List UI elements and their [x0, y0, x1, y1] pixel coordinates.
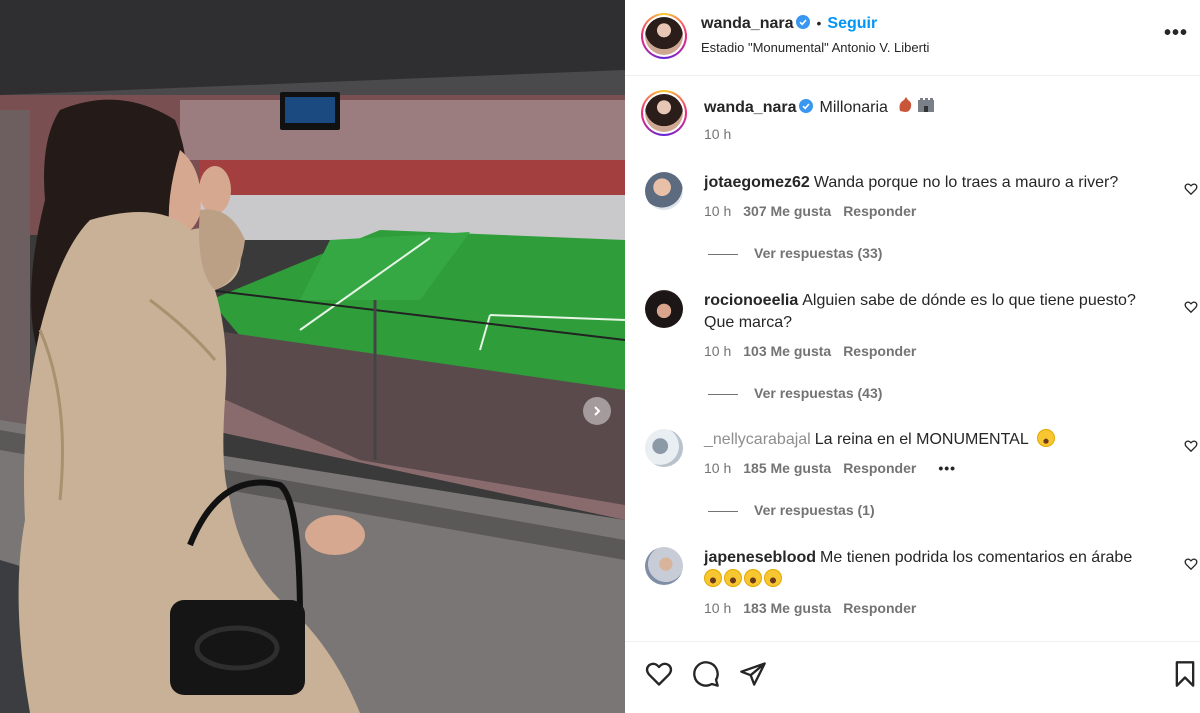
separator-dot: •	[816, 15, 822, 31]
comment-meta: 10 h 185 Me gusta Responder •••	[704, 460, 968, 476]
avatar[interactable]	[641, 13, 687, 59]
comment-body: La reina en el MONUMENTAL	[814, 431, 1029, 448]
post-photo[interactable]	[0, 0, 625, 713]
comment-likes[interactable]: 183 Me gusta	[743, 600, 831, 616]
comment-username[interactable]: rocionoeelia	[704, 292, 798, 309]
comment-body: Me tienen podrida los comentarios en ára…	[820, 549, 1133, 566]
comment-body: Wanda porque no lo traes a mauro a river…	[813, 174, 1119, 191]
reply-button[interactable]: Responder	[843, 600, 916, 616]
laughing-emoji-icon	[744, 569, 762, 587]
view-replies-label: Ver respuestas (33)	[754, 245, 883, 261]
reply-button[interactable]: Responder	[843, 343, 916, 359]
laughing-emoji-icon	[724, 569, 742, 587]
comment-like-icon[interactable]	[1184, 300, 1198, 314]
comment-avatar[interactable]	[645, 547, 683, 585]
caption-time[interactable]: 10 h	[704, 126, 731, 142]
comment-avatar[interactable]	[645, 290, 683, 328]
post-username[interactable]: wanda_nara	[701, 15, 793, 32]
comment-likes[interactable]: 307 Me gusta	[743, 203, 831, 219]
view-replies-label: Ver respuestas (43)	[754, 385, 883, 401]
reply-button[interactable]: Responder	[843, 203, 916, 219]
rooster-castle-icon	[899, 97, 935, 112]
laughing-emoji-icon	[704, 569, 722, 587]
more-options-button[interactable]: •••	[1164, 22, 1188, 45]
caption-body: Millonaria	[819, 99, 888, 116]
post-location[interactable]: Estadio "Monumental" Antonio V. Liberti	[701, 40, 929, 55]
comment-icon[interactable]	[692, 660, 720, 688]
comment-avatar[interactable]	[645, 429, 683, 467]
comment-time[interactable]: 10 h	[704, 203, 731, 219]
comment-avatar[interactable]	[645, 172, 683, 210]
comment-username[interactable]: japeneseblood	[704, 549, 816, 566]
comment-likes[interactable]: 185 Me gusta	[743, 460, 831, 476]
comment-more-button[interactable]: •••	[938, 460, 956, 476]
comment-text: rocionoeelia Alguien sabe de dónde es lo …	[704, 290, 1164, 334]
caption-avatar[interactable]	[641, 90, 687, 136]
comment-likes[interactable]: 103 Me gusta	[743, 343, 831, 359]
comment-like-icon[interactable]	[1184, 439, 1198, 453]
comment-text: japeneseblood Me tienen podrida los comen…	[704, 547, 1174, 591]
chevron-right-icon	[594, 406, 601, 416]
post-header: wanda_nara • Seguir Estadio "Monumental" A…	[625, 0, 1200, 76]
view-replies-button[interactable]: Ver respuestas (33)	[708, 245, 882, 261]
stadium-photo	[0, 0, 625, 713]
caption-text: wanda_nara Millonaria	[704, 95, 1174, 119]
post-actions-bar	[625, 641, 1200, 713]
comment-time[interactable]: 10 h	[704, 460, 731, 476]
replies-divider	[708, 253, 738, 255]
comment-username[interactable]: _nellycarabajal	[704, 431, 811, 448]
heart-icon[interactable]	[645, 660, 673, 688]
verified-badge-icon	[799, 99, 814, 113]
share-icon[interactable]	[739, 660, 767, 688]
comment-meta: 10 h 183 Me gusta Responder	[704, 600, 928, 616]
follow-button[interactable]: Seguir	[827, 15, 877, 32]
comments-section[interactable]: wanda_nara Millonaria 10 h jotaegomez62 Wa…	[625, 77, 1200, 640]
post-side-panel: wanda_nara • Seguir Estadio "Monumental" A…	[625, 0, 1200, 713]
comment-time[interactable]: 10 h	[704, 343, 731, 359]
replies-divider	[708, 510, 738, 512]
comment-like-icon[interactable]	[1184, 182, 1198, 196]
heart-eyes-emoji-icon	[1036, 429, 1055, 447]
laughing-emoji-icon	[764, 569, 782, 587]
comment-text: _nellycarabajal La reina en el MONUMENTAL	[704, 429, 1174, 451]
view-replies-button[interactable]: Ver respuestas (43)	[708, 385, 882, 401]
comment-like-icon[interactable]	[1184, 557, 1198, 571]
bookmark-icon[interactable]	[1171, 660, 1199, 688]
header-user-line: wanda_nara • Seguir	[701, 15, 877, 33]
view-replies-button[interactable]: Ver respuestas (1)	[708, 502, 875, 518]
reply-button[interactable]: Responder	[843, 460, 916, 476]
verified-badge-icon	[796, 15, 811, 29]
comment-meta: 10 h 307 Me gusta Responder	[704, 203, 928, 219]
comment-text: jotaegomez62 Wanda porque no lo traes a m…	[704, 172, 1174, 194]
caption-username[interactable]: wanda_nara	[704, 99, 796, 116]
carousel-next-button[interactable]	[583, 397, 611, 425]
comment-meta: 10 h 103 Me gusta Responder	[704, 343, 928, 359]
comment-time[interactable]: 10 h	[704, 600, 731, 616]
view-replies-label: Ver respuestas (1)	[754, 502, 875, 518]
caption-meta: 10 h	[704, 126, 743, 142]
comment-username[interactable]: jotaegomez62	[704, 174, 810, 191]
replies-divider	[708, 393, 738, 395]
